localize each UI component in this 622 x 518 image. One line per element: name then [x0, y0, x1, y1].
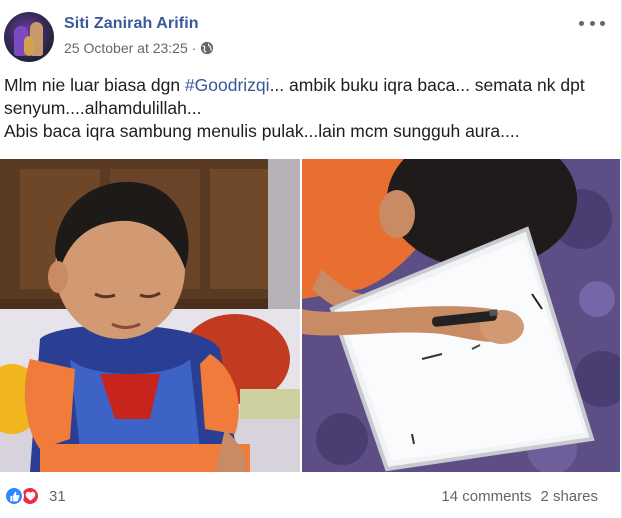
post-header: Siti Zanirah Arifin 25 October at 23:25 …	[0, 0, 622, 70]
meta-separator: ·	[191, 40, 197, 56]
post-text: Mlm nie luar biasa dgn #Goodrizqi... amb…	[4, 74, 614, 143]
post-text-part1: Mlm nie luar biasa dgn	[4, 75, 185, 95]
author-avatar[interactable]	[4, 12, 54, 62]
like-icon	[4, 486, 24, 506]
facebook-post: Siti Zanirah Arifin 25 October at 23:25 …	[0, 0, 622, 518]
post-timestamp[interactable]: 25 October at 23:25	[64, 40, 188, 56]
reaction-count[interactable]: 31	[49, 488, 66, 505]
more-options-icon[interactable]	[579, 14, 605, 32]
globe-icon[interactable]	[200, 41, 214, 55]
shares-count-link[interactable]: 2 shares	[540, 488, 598, 505]
engagement-stats: 14 comments 2 shares	[441, 488, 598, 505]
photo-grid	[0, 159, 622, 472]
photo-child-reading[interactable]	[0, 159, 300, 472]
reactions-summary[interactable]: 31	[4, 486, 66, 506]
author-name[interactable]: Siti Zanirah Arifin	[64, 15, 199, 33]
comments-count-link[interactable]: 14 comments	[441, 488, 531, 505]
photo-child-writing-whiteboard[interactable]	[302, 159, 620, 472]
post-footer: 31 14 comments 2 shares	[0, 480, 622, 514]
post-meta: 25 October at 23:25 ·	[64, 40, 214, 56]
post-text-line2: Abis baca iqra sambung menulis pulak...l…	[4, 121, 520, 141]
hashtag-link[interactable]: #Goodrizqi	[185, 75, 270, 95]
